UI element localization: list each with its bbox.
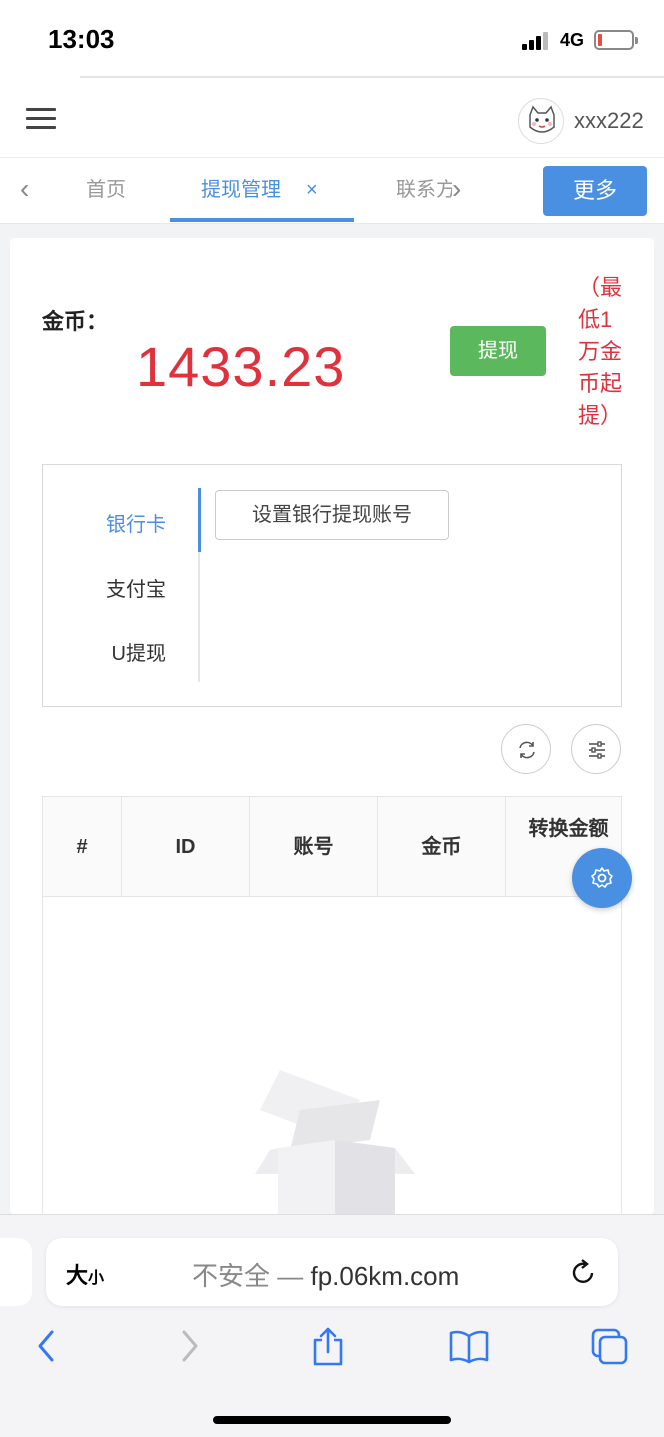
reload-icon[interactable] [568,1258,598,1293]
bookmarks-icon[interactable] [448,1326,490,1371]
gear-icon [591,867,613,888]
app-header: xxx222 [0,78,664,158]
set-bank-account-button[interactable]: 设置银行提现账号 [215,490,449,540]
minimum-withdraw-note: （最低1万金币起提） [578,275,623,428]
column-header-index: # [43,797,122,897]
tab-close-icon[interactable]: × [306,158,318,222]
empty-data-icon [250,1070,420,1214]
column-header-id: ID [122,797,250,897]
previous-tab-preview[interactable] [0,1238,32,1306]
tabs-bar: ‹ 首页 提现管理 × 联系方 › 更多 [0,158,664,224]
tab-next-icon[interactable]: › [452,174,476,204]
text-size-button[interactable]: 大小 [66,1258,104,1290]
tab-contact[interactable]: 联系方 [396,158,452,222]
url-text[interactable]: 不安全 — fp.06km.com [192,1256,459,1293]
username[interactable]: xxx222 [574,108,644,134]
column-header-account: 账号 [250,797,378,897]
tab-withdraw-management[interactable]: 提现管理 [201,158,281,222]
settings-fab[interactable] [572,848,632,908]
home-indicator [213,1416,451,1424]
method-tab-bank-card[interactable]: 银行卡 [26,508,166,537]
method-active-indicator [198,488,201,552]
tab-home[interactable]: 首页 [86,158,126,222]
status-time: 13:03 [48,24,115,54]
method-tab-alipay[interactable]: 支付宝 [26,573,166,602]
hamburger-menu-icon[interactable] [26,108,56,130]
table-header: # ID 账号 金币 转换金额 [43,797,621,897]
method-tab-u-withdraw[interactable]: U提现 [26,637,166,666]
address-bar[interactable]: 大小 不安全 — fp.06km.com [46,1238,618,1306]
forward-icon[interactable] [178,1326,202,1371]
share-icon[interactable] [310,1326,346,1373]
battery-icon [594,30,638,50]
more-button[interactable]: 更多 [543,166,647,216]
filter-columns-button[interactable] [571,724,621,774]
back-icon[interactable] [34,1326,58,1371]
column-header-gold: 金币 [378,797,506,897]
active-tab-indicator [170,218,354,222]
avatar[interactable] [518,98,564,144]
tab-prev-icon[interactable]: ‹ [20,174,44,204]
gold-balance-value: 1433.23 [136,335,346,398]
sliders-icon [589,741,605,759]
network-type: 4G [560,30,585,50]
status-bar: 13:03 4G [0,0,664,78]
refresh-button[interactable] [501,724,551,774]
signal-strength-icon [522,30,552,50]
gold-label: 金币： [42,309,109,334]
refresh-icon [519,741,535,759]
withdraw-button[interactable]: 提现 [450,326,546,376]
insecure-label: 不安全 — [192,1261,304,1291]
tabs-icon[interactable] [590,1326,630,1371]
url-domain: fp.06km.com [310,1261,460,1291]
